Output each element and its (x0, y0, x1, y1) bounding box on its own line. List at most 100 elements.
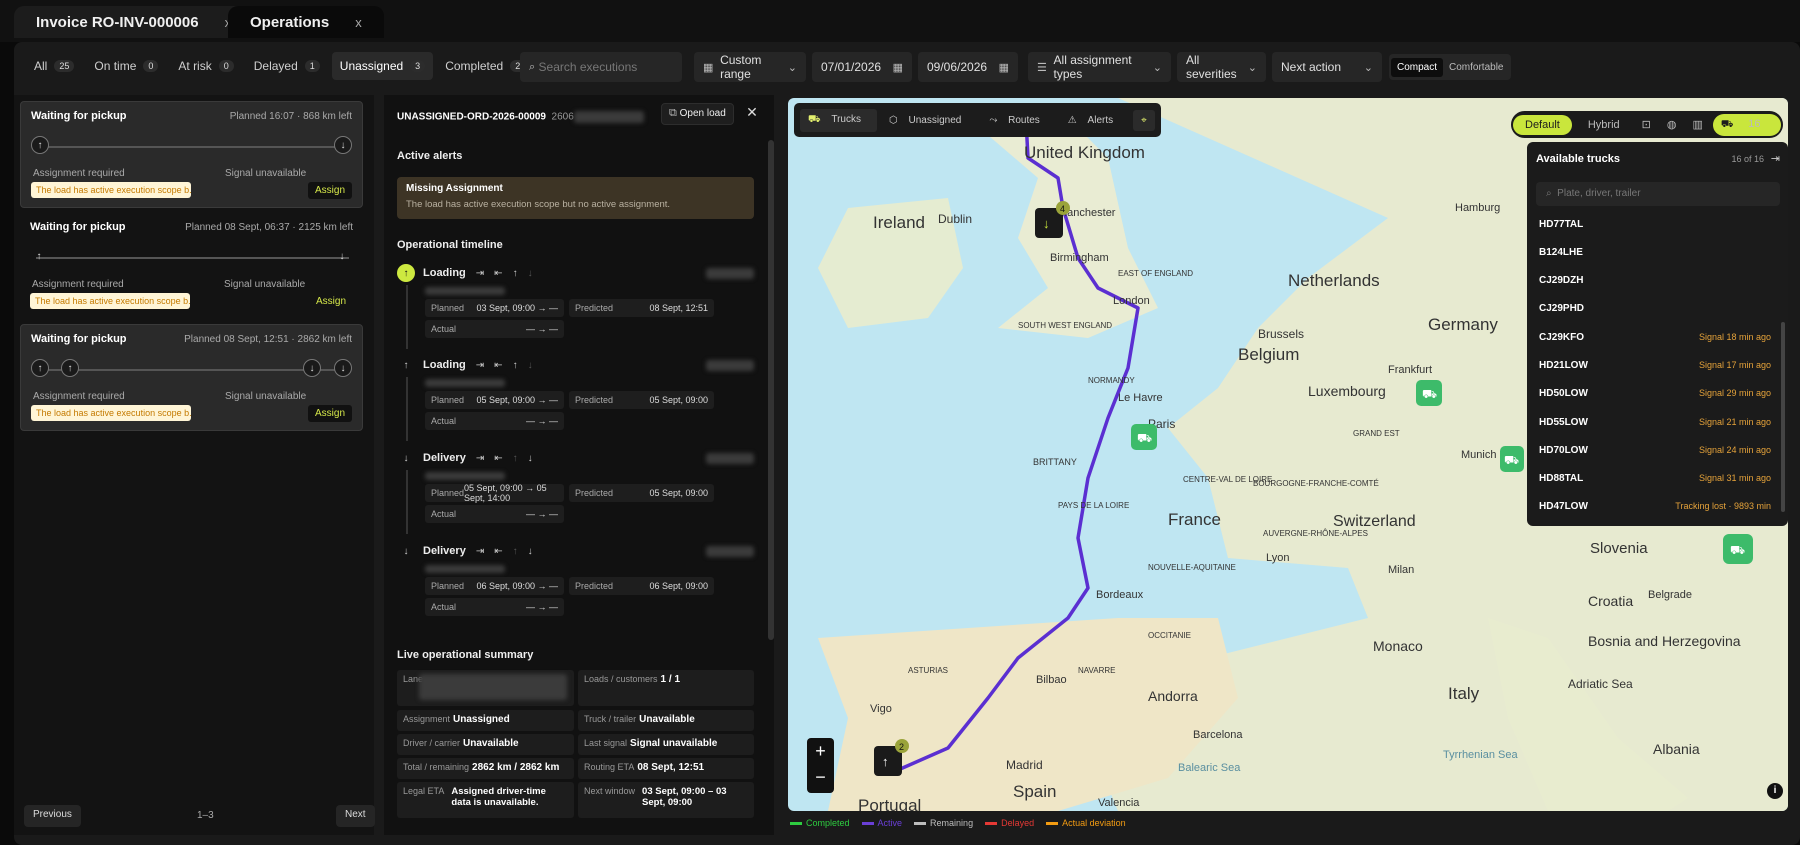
truck-plate: CJ29KFO (1539, 331, 1585, 343)
summary-value: 08 Sept, 12:51 (637, 762, 705, 773)
date-to-input[interactable]: 09/06/2026 ▦ (918, 52, 1018, 82)
collapse-panel-icon[interactable]: ⇥ (1771, 152, 1780, 165)
arrow-down-icon[interactable]: ↓ (528, 453, 533, 464)
check-out-icon[interactable]: ⇤ (494, 360, 502, 371)
map-icon[interactable]: ▥ (1686, 114, 1708, 135)
alert-card: Missing Assignment The load has active e… (397, 177, 754, 219)
globe-icon[interactable]: ◍ (1661, 114, 1683, 135)
summary-label: Driver / carrier (403, 738, 461, 748)
truck-row[interactable]: B124LHE (1539, 242, 1771, 262)
predicted-label: Predicted (575, 488, 614, 498)
range-select[interactable]: ▦ Custom range ⌄ (694, 52, 806, 82)
layer-label: Routes (1008, 114, 1040, 126)
truck-row[interactable]: HD88TAL Signal 31 min ago (1539, 468, 1771, 488)
assign-button[interactable]: Assign (309, 293, 353, 310)
map-label: Madrid (1006, 758, 1043, 772)
arrow-down-icon: ↓ (527, 267, 533, 279)
truck-marker[interactable]: ⛟ (1416, 380, 1442, 406)
check-in-icon[interactable]: ⇥ (476, 546, 484, 557)
view-default[interactable]: Default (1513, 114, 1572, 135)
arrow-up-icon[interactable]: ↑ (513, 268, 518, 279)
truck-row[interactable]: CJ29DZH (1539, 270, 1771, 290)
tab-invoice[interactable]: Invoice RO-INV-000006x (14, 6, 254, 38)
check-out-icon[interactable]: ⇤ (494, 453, 502, 464)
next-action-select[interactable]: Next action ⌄ (1272, 52, 1382, 82)
truck-row[interactable]: HD47LOW Tracking lost · 9893 min (1539, 496, 1771, 516)
tab-invoice-label: Invoice RO-INV-000006 (36, 13, 199, 31)
search-input[interactable]: ⌕ Search executions (520, 52, 682, 82)
truck-search-input[interactable]: ⌕ Plate, driver, trailer (1536, 182, 1780, 206)
summary-value: Unavailable (463, 738, 519, 749)
map-label: BOURGOGNE-FRANCHE-COMTÉ (1253, 479, 1379, 488)
truck-row[interactable]: CJ29KFO Signal 18 min ago (1539, 327, 1771, 347)
layer-alerts[interactable]: ⚠ Alerts (1060, 110, 1129, 131)
truck-row[interactable]: HD55LOW Signal 21 min ago (1539, 412, 1771, 432)
check-out-icon[interactable]: ⇤ (494, 546, 502, 557)
svg-text:⛟: ⛟ (1504, 453, 1519, 467)
density-toggle: Compact Comfortable (1389, 54, 1512, 80)
density-compact[interactable]: Compact (1391, 57, 1444, 77)
tab-bar: Invoice RO-INV-000006x Operations x (0, 0, 1800, 42)
date-to-value: 09/06/2026 (927, 60, 988, 74)
density-comfortable[interactable]: Comfortable (1443, 58, 1509, 77)
truck-list-scrollbar[interactable] (1781, 322, 1785, 512)
map-label: OCCITANIE (1148, 631, 1191, 640)
layer-unassigned[interactable]: ⬡ Unassigned (881, 110, 977, 131)
close-button[interactable]: ✕ (742, 104, 762, 124)
truck-status: Signal 18 min ago (1698, 332, 1771, 342)
filter-unassigned[interactable]: Unassigned 3 (331, 52, 434, 80)
assign-button[interactable]: Assign (307, 182, 352, 199)
check-in-icon[interactable]: ⇥ (476, 268, 484, 279)
stop-name: Loading (423, 267, 466, 279)
location-pin-icon[interactable]: ⌖ (1133, 109, 1155, 131)
filter-at-risk[interactable]: At risk 0 (170, 52, 241, 80)
check-in-icon[interactable]: ⇥ (476, 453, 484, 464)
truck-marker[interactable]: ⛟ (1500, 446, 1524, 472)
detail-scrollbar[interactable] (768, 140, 774, 640)
truck-marker[interactable]: ⛟ (1723, 534, 1753, 564)
filter-delayed[interactable]: Delayed 1 (246, 52, 328, 80)
arrow-up-icon[interactable]: ↑ (513, 360, 518, 371)
assign-button[interactable]: Assign (307, 405, 352, 422)
execution-card[interactable]: Waiting for pickup Planned 08 Sept, 12:5… (20, 324, 363, 431)
truck-row[interactable]: CJ29PHD (1539, 298, 1771, 318)
focus-icon[interactable]: ⊡ (1636, 114, 1657, 135)
order-title: UNASSIGNED-ORD-2026-00009 2606 (397, 111, 644, 123)
layer-trucks[interactable]: ⛟ Trucks (800, 108, 877, 132)
execution-card[interactable]: Waiting for pickup Planned 16:07 · 868 k… (20, 101, 363, 208)
info-icon[interactable]: i (1767, 783, 1783, 799)
map-label: Dublin (938, 212, 972, 226)
next-button[interactable]: Next (336, 805, 375, 827)
filter-all[interactable]: All 25 (26, 52, 82, 80)
truck-row[interactable]: HD70LOW Signal 24 min ago (1539, 440, 1771, 460)
tab-operations[interactable]: Operations x (228, 6, 384, 38)
open-load-button[interactable]: ⧉ Open load (661, 103, 734, 125)
truck-plate: CJ29PHD (1539, 302, 1585, 314)
delivery-stop-icon: ↓ (403, 545, 409, 557)
trucks-count-toggle[interactable]: ⛟ 16 (1712, 113, 1781, 136)
previous-button[interactable]: Previous (24, 805, 81, 827)
timeline-heading: Operational timeline (397, 239, 503, 251)
pickup-stop-icon: ↑ (403, 359, 409, 371)
truck-row[interactable]: HD50LOW Signal 29 min ago (1539, 383, 1771, 403)
severity-select[interactable]: All severities ⌄ (1177, 52, 1266, 82)
layer-routes[interactable]: ⤳ Routes (981, 110, 1055, 131)
view-hybrid[interactable]: Hybrid (1576, 115, 1632, 135)
stop-name: Delivery (423, 545, 466, 557)
assignment-type-select[interactable]: ☰ All assignment types ⌄ (1028, 52, 1171, 82)
truck-row[interactable]: HD77TAL (1539, 214, 1771, 234)
tab-close-icon[interactable]: x (355, 15, 362, 30)
map-label: Belgrade (1648, 589, 1692, 601)
zoom-out-button[interactable]: − (807, 764, 834, 790)
check-out-icon[interactable]: ⇤ (494, 268, 502, 279)
truck-plate: HD88TAL (1539, 472, 1584, 484)
filter-on-time[interactable]: On time 0 (86, 52, 166, 80)
pickup-stop-icon: ↑ (36, 250, 42, 262)
check-in-icon[interactable]: ⇥ (476, 360, 484, 371)
truck-marker[interactable]: ⛟ (1131, 424, 1157, 450)
zoom-in-button[interactable]: + (807, 738, 834, 764)
execution-card[interactable]: Waiting for pickup Planned 08 Sept, 06:3… (20, 213, 363, 320)
date-from-input[interactable]: 07/01/2026 ▦ (812, 52, 912, 82)
arrow-down-icon[interactable]: ↓ (528, 546, 533, 557)
truck-row[interactable]: HD21LOW Signal 17 min ago (1539, 355, 1771, 375)
